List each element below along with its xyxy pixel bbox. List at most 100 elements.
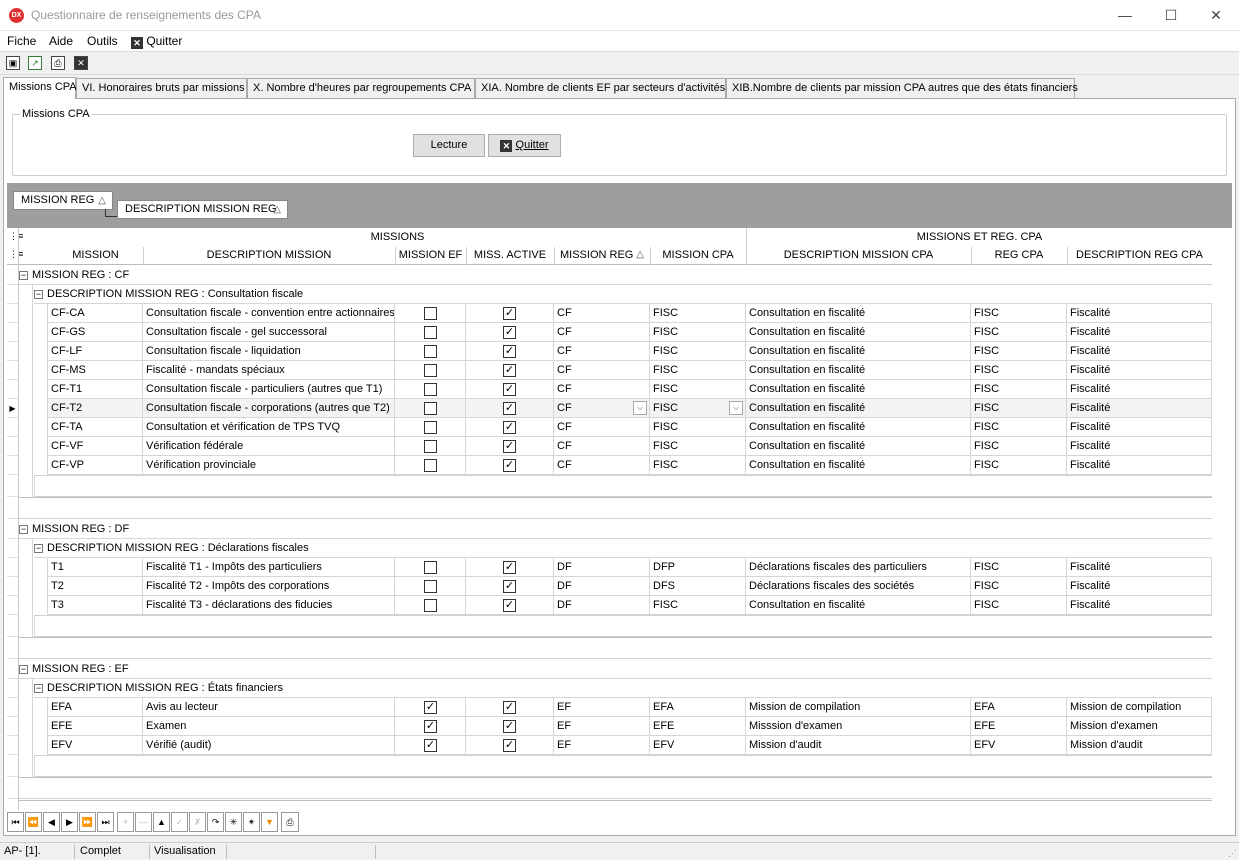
menu-aide[interactable]: Aide xyxy=(49,34,73,48)
mission-cell[interactable]: CF-T2 xyxy=(48,399,143,418)
reg-cpa-cell[interactable]: FISC xyxy=(971,323,1067,342)
col-description-reg-cpa[interactable]: DESCRIPTION REG CPA xyxy=(1067,249,1212,261)
miss-active-checkbox[interactable]: ✓ xyxy=(503,701,516,714)
mission-reg-cell[interactable]: CF ⌵ xyxy=(554,399,650,418)
table-row[interactable]: T1 Fiscalité T1 - Impôts des particuliers… xyxy=(48,558,1212,577)
table-row[interactable]: EFV Vérifié (audit) ✓ ✓ EF EFV Mission d'audit… xyxy=(48,736,1212,755)
menu-quit[interactable]: ✕ Quitter xyxy=(131,34,182,49)
miss-active-checkbox[interactable]: ✓ xyxy=(503,599,516,612)
bookmark-icon[interactable]: ✳ xyxy=(225,812,242,832)
mission-cell[interactable]: CF-VF xyxy=(48,437,143,456)
table-row[interactable]: EFA Avis au lecteur ✓ ✓ EF EFA Mission de comp… xyxy=(48,698,1212,717)
description-cpa-cell[interactable]: Consultation en fiscalité xyxy=(746,418,971,437)
menu-fiche[interactable]: Fiche xyxy=(7,34,36,48)
tab-missions-cpa[interactable]: Missions CPA xyxy=(3,77,77,99)
col-description-cpa[interactable]: DESCRIPTION MISSION CPA xyxy=(746,249,971,261)
description-cell[interactable]: Vérifié (audit) xyxy=(143,736,395,755)
description-cpa-cell[interactable]: Misssion d'examen xyxy=(746,717,971,736)
miss-active-checkbox[interactable]: ✓ xyxy=(503,561,516,574)
miss-active-checkbox[interactable]: ✓ xyxy=(503,440,516,453)
resize-grip-icon[interactable]: ⋰ xyxy=(1228,848,1237,859)
reg-cpa-cell[interactable]: FISC xyxy=(971,380,1067,399)
table-row[interactable]: CF-TA Consultation et vérification de TPS… xyxy=(48,418,1212,437)
tab-clients-mission[interactable]: XIB.Nombre de clients par mission CPA au… xyxy=(726,78,1078,99)
fullscreen-icon[interactable]: ▣ xyxy=(6,56,20,70)
column-chooser-icon[interactable]: ⋮≡ xyxy=(9,249,23,260)
description-reg-cpa-cell[interactable]: Fiscalité xyxy=(1067,456,1212,475)
mission-ef-checkbox[interactable] xyxy=(424,599,437,612)
subgroup-header[interactable]: − DESCRIPTION MISSION REG : Déclarations … xyxy=(34,539,1212,558)
description-reg-cpa-cell[interactable]: Fiscalité xyxy=(1067,361,1212,380)
mission-cell[interactable]: T2 xyxy=(48,577,143,596)
goto-bookmark-icon[interactable]: ✴ xyxy=(243,812,260,832)
description-cpa-cell[interactable]: Consultation en fiscalité xyxy=(746,304,971,323)
edit-icon[interactable]: ▲ xyxy=(153,812,170,832)
description-reg-cpa-cell[interactable]: Fiscalité xyxy=(1067,558,1212,577)
mission-cpa-cell[interactable]: FISC xyxy=(650,437,746,456)
read-button[interactable]: Lecture xyxy=(413,134,485,157)
mission-reg-cell[interactable]: EF xyxy=(554,698,650,717)
refresh-icon[interactable]: ↷ xyxy=(207,812,224,832)
collapse-icon[interactable]: − xyxy=(34,290,43,299)
description-reg-cpa-cell[interactable]: Mission de compilation xyxy=(1067,698,1212,717)
mission-ef-checkbox[interactable]: ✓ xyxy=(424,739,437,752)
description-cpa-cell[interactable]: Consultation en fiscalité xyxy=(746,380,971,399)
mission-cpa-cell[interactable]: FISC xyxy=(650,361,746,380)
mission-cell[interactable]: CF-LF xyxy=(48,342,143,361)
reg-cpa-cell[interactable]: EFV xyxy=(971,736,1067,755)
miss-active-checkbox[interactable]: ✓ xyxy=(503,720,516,733)
description-reg-cpa-cell[interactable]: Fiscalité xyxy=(1067,399,1212,418)
col-mission[interactable]: MISSION xyxy=(48,249,143,261)
reg-cpa-cell[interactable]: FISC xyxy=(971,399,1067,418)
mission-ef-checkbox[interactable] xyxy=(424,307,437,320)
description-reg-cpa-cell[interactable]: Fiscalité xyxy=(1067,304,1212,323)
close-icon[interactable]: ✕ xyxy=(74,56,88,70)
group-header[interactable]: − MISSION REG : EF xyxy=(19,660,1212,679)
mission-reg-cell[interactable]: EF xyxy=(554,736,650,755)
chevron-down-icon[interactable]: ⌵ xyxy=(633,401,647,415)
mission-reg-cell[interactable]: CF xyxy=(554,437,650,456)
mission-cell[interactable]: CF-GS xyxy=(48,323,143,342)
reg-cpa-cell[interactable]: EFA xyxy=(971,698,1067,717)
mission-cpa-cell[interactable]: FISC xyxy=(650,342,746,361)
mission-ef-checkbox[interactable]: ✓ xyxy=(424,701,437,714)
mission-ef-checkbox[interactable] xyxy=(424,383,437,396)
collapse-icon[interactable]: − xyxy=(34,684,43,693)
cancel-icon[interactable]: ✗ xyxy=(189,812,206,832)
mission-ef-checkbox[interactable] xyxy=(424,345,437,358)
description-reg-cpa-cell[interactable]: Fiscalité xyxy=(1067,323,1212,342)
post-icon[interactable]: ✓ xyxy=(171,812,188,832)
chevron-down-icon[interactable]: ⌵ xyxy=(729,401,743,415)
collapse-icon[interactable]: − xyxy=(19,665,28,674)
minimize-icon[interactable]: — xyxy=(1102,0,1148,30)
collapse-icon[interactable]: − xyxy=(34,544,43,553)
export-icon[interactable]: ↗ xyxy=(28,56,42,70)
mission-cell[interactable]: CF-TA xyxy=(48,418,143,437)
description-cpa-cell[interactable]: Mission d'audit xyxy=(746,736,971,755)
prev-page-icon[interactable]: ⏪ xyxy=(25,812,42,832)
mission-ef-checkbox[interactable] xyxy=(424,421,437,434)
description-cell[interactable]: Consultation fiscale - particuliers (aut… xyxy=(143,380,395,399)
mission-reg-cell[interactable]: CF xyxy=(554,418,650,437)
mission-cpa-cell[interactable]: FISC ⌵ xyxy=(650,399,746,418)
mission-ef-checkbox[interactable] xyxy=(424,402,437,415)
miss-active-checkbox[interactable]: ✓ xyxy=(503,364,516,377)
description-reg-cpa-cell[interactable]: Fiscalité xyxy=(1067,437,1212,456)
description-cell[interactable]: Consultation fiscale - gel successoral xyxy=(143,323,395,342)
reg-cpa-cell[interactable]: FISC xyxy=(971,437,1067,456)
description-reg-cpa-cell[interactable]: Fiscalité xyxy=(1067,342,1212,361)
mission-reg-cell[interactable]: CF xyxy=(554,342,650,361)
description-cpa-cell[interactable]: Consultation en fiscalité xyxy=(746,456,971,475)
mission-reg-cell[interactable]: CF xyxy=(554,361,650,380)
table-row[interactable]: CF-GS Consultation fiscale - gel successo… xyxy=(48,323,1212,342)
table-row[interactable]: CF-MS Fiscalité - mandats spéciaux ✓ CF FISC… xyxy=(48,361,1212,380)
description-cell[interactable]: Vérification provinciale xyxy=(143,456,395,475)
table-row[interactable]: CF-VF Vérification fédérale ✓ CF FISC Consult… xyxy=(48,437,1212,456)
mission-cpa-cell[interactable]: EFE xyxy=(650,717,746,736)
mission-cpa-cell[interactable]: FISC xyxy=(650,596,746,615)
description-cell[interactable]: Fiscalité T3 - déclarations des fiducies xyxy=(143,596,395,615)
mission-reg-cell[interactable]: DF xyxy=(554,577,650,596)
description-reg-cpa-cell[interactable]: Fiscalité xyxy=(1067,577,1212,596)
mission-cell[interactable]: EFV xyxy=(48,736,143,755)
description-cell[interactable]: Fiscalité T2 - Impôts des corporations xyxy=(143,577,395,596)
